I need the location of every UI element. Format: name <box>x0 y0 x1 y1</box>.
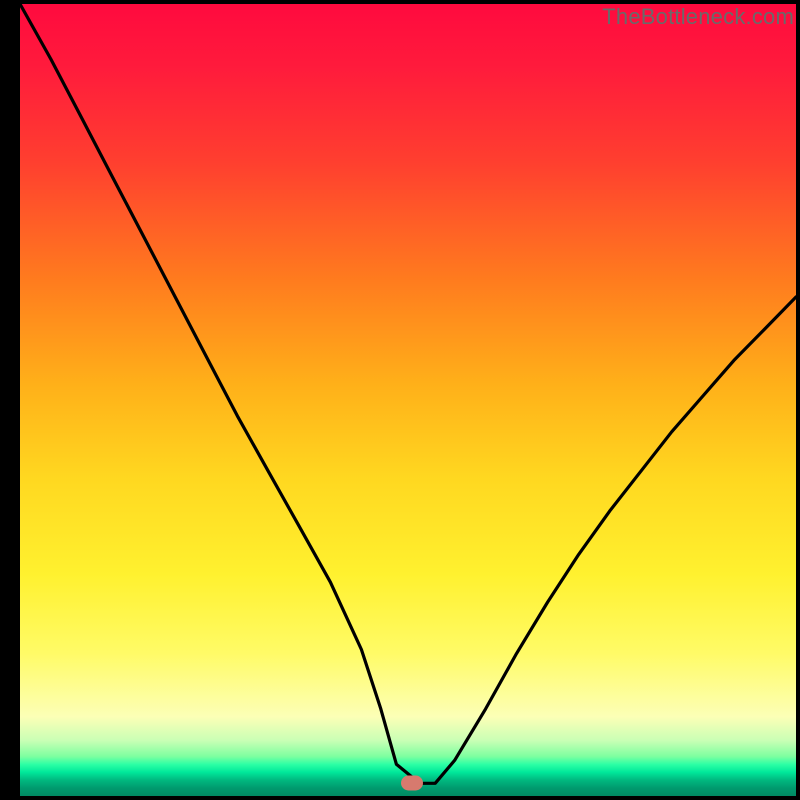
background-gradient <box>20 4 796 796</box>
chart-frame: TheBottleneck.com <box>0 0 800 800</box>
watermark-text: TheBottleneck.com <box>602 4 794 30</box>
optimal-marker <box>401 775 423 790</box>
plot-area <box>20 4 796 796</box>
